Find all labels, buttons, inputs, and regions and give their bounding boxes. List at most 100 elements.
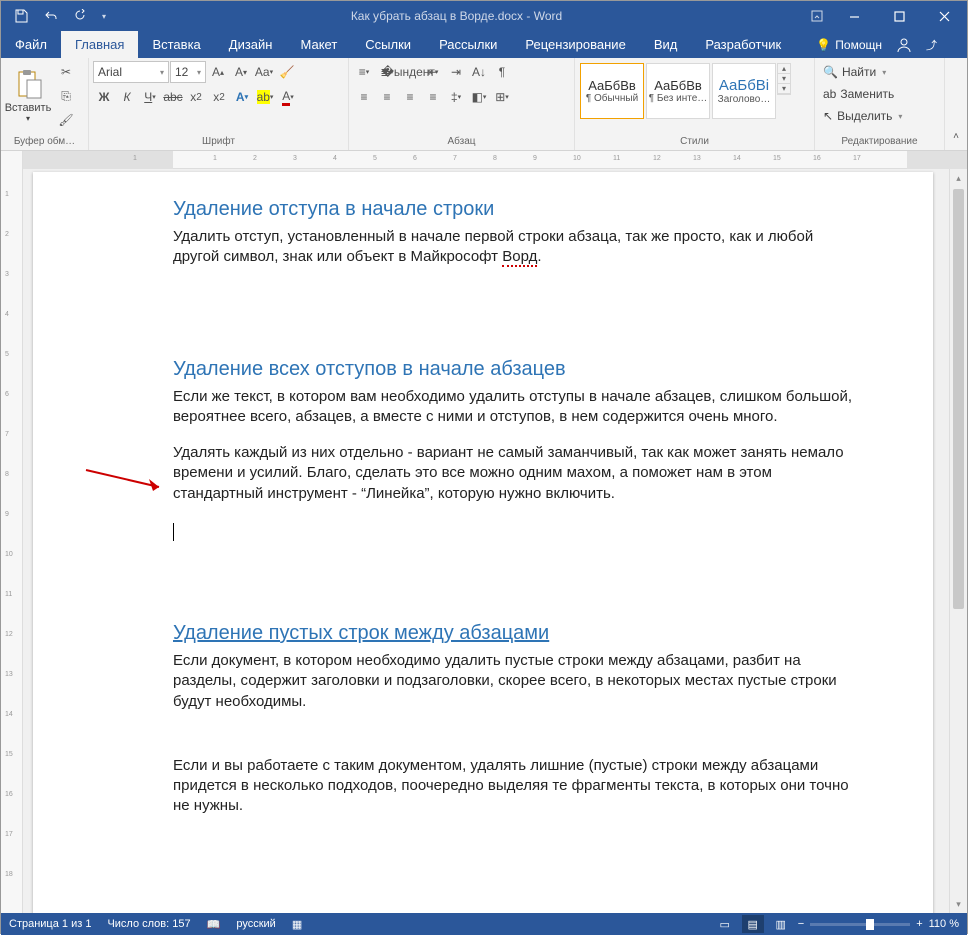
bullets-button[interactable]: ≡▾ xyxy=(353,61,375,83)
group-clipboard-label: Буфер обм… xyxy=(5,133,84,150)
tab-insert[interactable]: Вставка xyxy=(138,31,214,58)
style-preview: АаБбВі xyxy=(719,77,769,94)
close-button[interactable] xyxy=(922,1,967,31)
vertical-ruler[interactable]: 123 456 789 101112 131415 161718 xyxy=(1,151,23,913)
tab-review[interactable]: Рецензирование xyxy=(511,31,639,58)
styles-scroll-down[interactable]: ▾ xyxy=(778,74,790,84)
shading-button[interactable]: ◧▾ xyxy=(468,86,490,108)
font-name-combo[interactable]: Arial▾ xyxy=(93,61,169,83)
sort-button[interactable]: A↓ xyxy=(468,61,490,83)
redo-button[interactable] xyxy=(67,2,95,30)
style-no-spacing[interactable]: АаБбВв¶ Без инте… xyxy=(646,63,710,119)
save-button[interactable] xyxy=(7,2,35,30)
spellcheck-indicator[interactable]: 📖 xyxy=(207,918,221,931)
page[interactable]: Удаление отступа в начале строки Удалить… xyxy=(33,172,933,913)
share-button[interactable]: ⤴ xyxy=(926,37,937,53)
align-left-button[interactable]: ≡ xyxy=(353,86,375,108)
underline-button[interactable]: Ч▾ xyxy=(139,86,161,108)
zoom-in-button[interactable]: + xyxy=(916,918,922,930)
subscript-button[interactable]: x2 xyxy=(185,86,207,108)
tell-me-button[interactable]: 💡Помощн xyxy=(816,38,882,52)
strikethrough-button[interactable]: abc xyxy=(162,86,184,108)
undo-button[interactable] xyxy=(37,2,65,30)
cut-button[interactable]: ✂ xyxy=(55,61,77,83)
ribbon-display-options[interactable] xyxy=(802,1,832,31)
minimize-button[interactable] xyxy=(832,1,877,31)
select-button[interactable]: ↖Выделить▾ xyxy=(819,105,906,127)
tab-file[interactable]: Файл xyxy=(1,31,61,58)
grow-font-button[interactable]: A▴ xyxy=(207,61,229,83)
superscript-button[interactable]: x2 xyxy=(208,86,230,108)
style-preview: АаБбВв xyxy=(654,78,702,93)
style-heading1[interactable]: АаБбВіЗаголово… xyxy=(712,63,776,119)
clipboard-icon xyxy=(12,68,44,100)
paste-button[interactable]: Вставить ▾ xyxy=(5,61,51,129)
spellcheck-word[interactable]: Ворд xyxy=(502,248,537,267)
copy-button[interactable]: ⎘ xyxy=(55,85,77,107)
collapse-ribbon-button[interactable]: ˄ xyxy=(945,125,967,147)
vertical-scrollbar[interactable]: ▴ ▾ xyxy=(949,169,967,913)
window-title: Как убрать абзац в Ворде.docx - Word xyxy=(111,9,802,23)
tab-references[interactable]: Ссылки xyxy=(351,31,425,58)
style-name: ¶ Обычный xyxy=(586,93,638,104)
tab-design[interactable]: Дизайн xyxy=(215,31,287,58)
paragraph xyxy=(173,522,863,542)
quick-access-toolbar: ▾ xyxy=(1,2,111,30)
scrollbar-thumb[interactable] xyxy=(953,189,964,609)
shrink-font-button[interactable]: A▾ xyxy=(230,61,252,83)
zoom-level[interactable]: 110 % xyxy=(929,918,959,930)
line-spacing-button[interactable]: ‡▾ xyxy=(445,86,467,108)
tab-layout[interactable]: Макет xyxy=(286,31,351,58)
group-editing-label: Редактирование xyxy=(819,133,940,150)
tab-home[interactable]: Главная xyxy=(61,31,138,58)
scroll-down-button[interactable]: ▾ xyxy=(950,895,967,913)
justify-button[interactable]: ≡ xyxy=(422,86,444,108)
scroll-up-button[interactable]: ▴ xyxy=(950,169,967,187)
page-indicator[interactable]: Страница 1 из 1 xyxy=(9,918,91,930)
style-normal[interactable]: АаБбВв¶ Обычный xyxy=(580,63,644,119)
font-size-combo[interactable]: 12▾ xyxy=(170,61,206,83)
zoom-out-button[interactable]: − xyxy=(798,918,804,930)
help-label: Помощн xyxy=(835,38,882,52)
find-button[interactable]: 🔍Найти▾ xyxy=(819,61,890,83)
styles-expand[interactable]: ▾ xyxy=(778,84,790,94)
highlight-button[interactable]: ab▾ xyxy=(254,86,276,108)
word-count[interactable]: Число слов: 157 xyxy=(107,918,190,930)
maximize-button[interactable] xyxy=(877,1,922,31)
text-effects-button[interactable]: A▾ xyxy=(231,86,253,108)
replace-button[interactable]: abЗаменить xyxy=(819,83,898,105)
font-size-value: 12 xyxy=(175,65,188,79)
zoom-slider-thumb[interactable] xyxy=(866,919,874,930)
qat-customize-button[interactable]: ▾ xyxy=(97,2,111,30)
macro-indicator[interactable]: ▦ xyxy=(292,918,302,931)
format-painter-button[interactable]: 🖌 xyxy=(55,109,77,131)
change-case-button[interactable]: Aa▾ xyxy=(253,61,275,83)
zoom-slider[interactable] xyxy=(810,923,910,926)
multilevel-button[interactable]: �ындент▾ xyxy=(399,61,421,83)
heading: Удаление пустых строк между абзацами xyxy=(173,622,863,645)
show-marks-button[interactable]: ¶ xyxy=(491,61,513,83)
tab-view[interactable]: Вид xyxy=(640,31,692,58)
read-mode-button[interactable]: ▭ xyxy=(714,915,736,933)
italic-button[interactable]: К xyxy=(116,86,138,108)
styles-scroll-up[interactable]: ▴ xyxy=(778,64,790,74)
account-button[interactable] xyxy=(892,33,916,57)
decrease-indent-button[interactable]: ⇤ xyxy=(422,61,444,83)
borders-button[interactable]: ⊞▾ xyxy=(491,86,513,108)
tab-mailings[interactable]: Рассылки xyxy=(425,31,511,58)
clear-formatting-button[interactable]: 🧹 xyxy=(276,61,298,83)
bold-button[interactable]: Ж xyxy=(93,86,115,108)
heading: Удаление всех отступов в начале абзацев xyxy=(173,358,863,381)
document-scroll[interactable]: Удаление отступа в начале строки Удалить… xyxy=(23,169,949,913)
increase-indent-button[interactable]: ⇥ xyxy=(445,61,467,83)
web-layout-button[interactable]: ▥ xyxy=(770,915,792,933)
align-right-button[interactable]: ≡ xyxy=(399,86,421,108)
select-label: Выделить xyxy=(837,109,892,123)
tab-developer[interactable]: Разработчик xyxy=(691,31,795,58)
horizontal-ruler[interactable]: 112 345 678 91011 121314 151617 xyxy=(23,151,967,169)
language-indicator[interactable]: русский xyxy=(236,918,275,930)
print-layout-button[interactable]: ▤ xyxy=(742,915,764,933)
align-center-button[interactable]: ≡ xyxy=(376,86,398,108)
font-name-value: Arial xyxy=(98,65,122,79)
font-color-button[interactable]: A▾ xyxy=(277,86,299,108)
